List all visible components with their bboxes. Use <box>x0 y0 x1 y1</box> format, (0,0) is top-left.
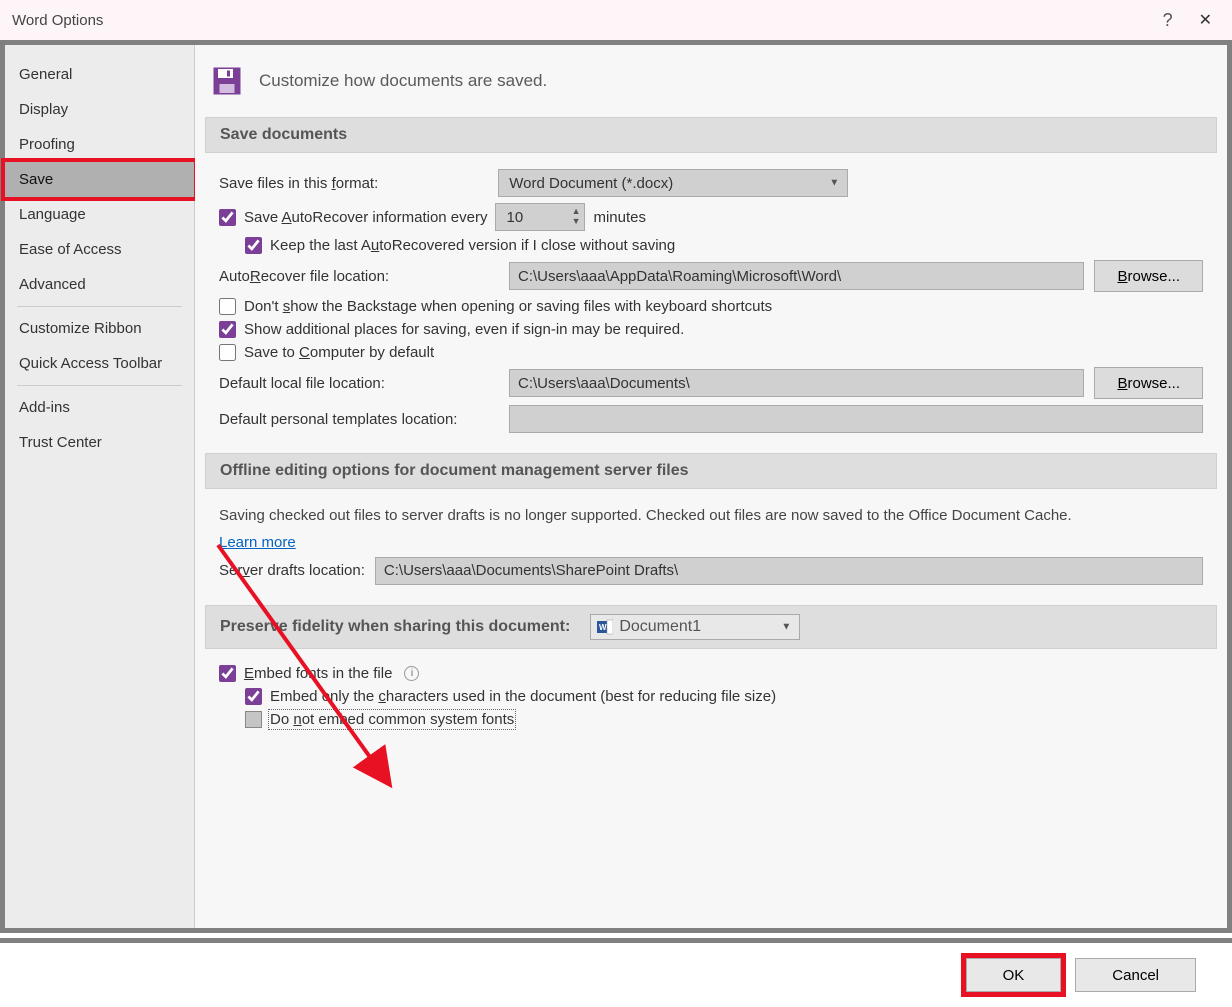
content-panel: Customize how documents are saved. Save … <box>195 45 1227 928</box>
checkbox-show-additional-places[interactable] <box>219 321 236 338</box>
browse-default-local-button[interactable]: Browse... <box>1094 367 1203 399</box>
label-autorecover-location: AutoRecover file location: <box>219 268 499 285</box>
server-drafts-input[interactable]: C:\Users\aaa\Documents\SharePoint Drafts… <box>375 557 1203 585</box>
help-button[interactable]: ? <box>1145 10 1191 31</box>
learn-more-link[interactable]: Learn more <box>219 534 296 551</box>
chevron-down-icon: ▼ <box>829 178 839 189</box>
label-embed-fonts: Emmbed fonts in the file <box>244 665 392 682</box>
sidebar-item-save[interactable]: Save <box>5 162 194 197</box>
label-no-common-fonts: Do not embed common system fonts <box>270 711 514 728</box>
section-save-documents: Save documents <box>205 117 1217 153</box>
checkbox-embed-fonts[interactable] <box>219 665 236 682</box>
autorecover-location-input[interactable]: C:\Users\aaa\AppData\Roaming\Microsoft\W… <box>509 262 1084 290</box>
word-document-icon: W <box>597 619 613 635</box>
label-minutes: minutes <box>593 209 646 226</box>
ok-button[interactable]: OK <box>966 958 1062 992</box>
save-format-combo[interactable]: Word Document (*.docx)▼ <box>498 169 848 197</box>
checkbox-no-common-fonts[interactable] <box>245 711 262 728</box>
checkbox-embed-only-used[interactable] <box>245 688 262 705</box>
chevron-up-icon[interactable]: ▲ <box>572 206 581 216</box>
label-templates-location: Default personal templates location: <box>219 411 499 428</box>
label-save-format: Save files in this format: <box>219 175 378 192</box>
sidebar-item-trust-center[interactable]: Trust Center <box>5 425 194 460</box>
templates-location-input[interactable] <box>509 405 1203 433</box>
sidebar-nav: General Display Proofing Save Language E… <box>5 45 195 928</box>
sidebar-item-quick-access-toolbar[interactable]: Quick Access Toolbar <box>5 346 194 381</box>
label-keep-last: Keep the last AutoRecovered version if I… <box>270 237 675 254</box>
browse-autorecover-button[interactable]: BBrowse...rowse... <box>1094 260 1203 292</box>
section-offline-editing: Offline editing options for document man… <box>205 453 1217 489</box>
checkbox-autorecover[interactable] <box>219 209 236 226</box>
label-autorecover: Save AutoRecover information every <box>244 209 487 226</box>
sidebar-divider <box>17 306 182 307</box>
close-button[interactable]: ✕ <box>1191 10 1220 30</box>
default-local-location-input[interactable]: C:\Users\aaa\Documents\ <box>509 369 1084 397</box>
svg-text:W: W <box>599 623 607 632</box>
label-save-computer: Save to Computer by default <box>244 344 434 361</box>
sidebar-divider <box>17 385 182 386</box>
page-header: Customize how documents are saved. <box>259 71 547 91</box>
sidebar-item-ease-of-access[interactable]: Ease of Access <box>5 232 194 267</box>
save-icon <box>209 63 245 99</box>
sidebar-item-add-ins[interactable]: Add-ins <box>5 390 194 425</box>
label-show-additional: Show additional places for saving, even … <box>244 321 684 338</box>
checkbox-save-computer-default[interactable] <box>219 344 236 361</box>
autorecover-minutes-spinner[interactable]: 10▲▼ <box>495 203 585 231</box>
sidebar-item-language[interactable]: Language <box>5 197 194 232</box>
fidelity-document-combo[interactable]: W Document1 ▼ <box>590 614 800 640</box>
window-title: Word Options <box>12 12 1145 29</box>
label-embed-only-used: Embed only the characters used in the do… <box>270 688 776 705</box>
label-server-drafts: Server drafts location: <box>219 562 365 579</box>
sidebar-item-display[interactable]: Display <box>5 92 194 127</box>
label-dont-show-backstage: Don't show the Backstage when opening or… <box>244 298 772 315</box>
offline-desc: Saving checked out files to server draft… <box>219 505 1203 528</box>
section-preserve-fidelity: Preserve fidelity when sharing this docu… <box>205 605 1217 649</box>
checkbox-keep-last-autorecovered[interactable] <box>245 237 262 254</box>
label-default-local-location: Default local file location: <box>219 375 499 392</box>
cancel-button[interactable]: Cancel <box>1075 958 1196 992</box>
chevron-down-icon: ▼ <box>781 621 791 632</box>
sidebar-item-general[interactable]: General <box>5 57 194 92</box>
sidebar-item-proofing[interactable]: Proofing <box>5 127 194 162</box>
sidebar-item-customize-ribbon[interactable]: Customize Ribbon <box>5 311 194 346</box>
checkbox-dont-show-backstage[interactable] <box>219 298 236 315</box>
info-icon[interactable]: i <box>404 666 419 681</box>
chevron-down-icon[interactable]: ▼ <box>572 216 581 226</box>
sidebar-item-advanced[interactable]: Advanced <box>5 267 194 302</box>
